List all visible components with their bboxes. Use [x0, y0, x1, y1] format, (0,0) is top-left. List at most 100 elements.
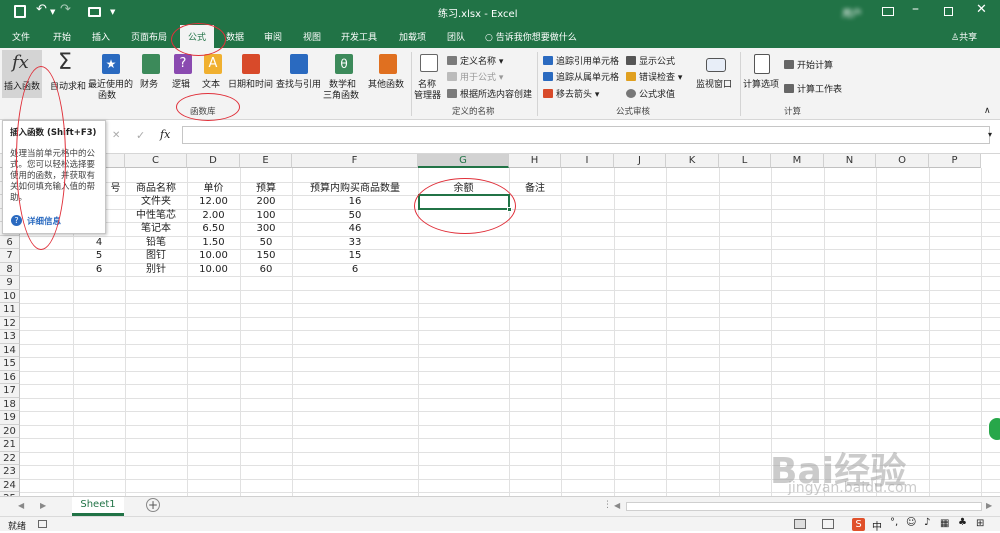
trace-dependents-button[interactable]: 追踪从属单元格 — [543, 70, 619, 83]
row-header[interactable]: 14 — [0, 344, 20, 357]
math-button[interactable]: θ 数学和 三角函数 — [323, 50, 365, 101]
sheet-tab-sheet1[interactable]: Sheet1 — [72, 497, 124, 516]
trace-precedents-button[interactable]: 追踪引用单元格 — [543, 54, 619, 67]
ime-tools-icon[interactable]: ⊞ — [976, 518, 984, 529]
cell-quantity[interactable]: 50 — [292, 209, 418, 223]
redo-icon[interactable]: ↷ — [60, 2, 71, 17]
ime-emoji-icon[interactable]: ☺ — [906, 517, 916, 528]
minimize-icon[interactable]: – — [912, 1, 919, 17]
cell-budget[interactable]: 60 — [240, 263, 292, 277]
tab-split-handle[interactable]: ⋮ — [603, 500, 612, 510]
sogou-ime-icon[interactable]: S — [852, 518, 865, 531]
row-header[interactable]: 11 — [0, 303, 20, 317]
row-header[interactable]: 6 — [0, 236, 20, 249]
row-header[interactable]: 22 — [0, 452, 20, 465]
column-header-P[interactable]: P — [929, 154, 981, 168]
column-header-G[interactable]: G — [418, 154, 509, 168]
column-header-O[interactable]: O — [876, 154, 929, 168]
cell-quantity[interactable]: 33 — [292, 236, 418, 250]
row-header[interactable]: 24 — [0, 479, 20, 492]
row-header[interactable]: 19 — [0, 411, 20, 425]
header-quantity[interactable]: 预算内购买商品数量 — [292, 182, 418, 196]
recent-functions-button[interactable]: ★ 最近使用的 函数 — [88, 50, 136, 101]
create-from-selection-button[interactable]: 根据所选内容创建 — [447, 87, 532, 100]
insert-function-fx-icon[interactable]: fx — [160, 128, 170, 141]
column-header-L[interactable]: L — [719, 154, 771, 168]
cell-product-name[interactable]: 中性笔芯 — [125, 209, 187, 223]
cell-unit-price[interactable]: 10.00 — [187, 249, 240, 263]
column-header-M[interactable]: M — [771, 154, 824, 168]
restore-icon[interactable] — [944, 7, 953, 16]
row-header[interactable]: 9 — [0, 276, 20, 290]
show-formulas-button[interactable]: 显示公式 — [626, 54, 675, 67]
hscroll-left-icon[interactable]: ◀ — [614, 501, 620, 510]
cell-budget[interactable]: 100 — [240, 209, 292, 223]
cell-quantity[interactable]: 46 — [292, 222, 418, 236]
ime-keyboard-icon[interactable]: ▦ — [940, 518, 949, 529]
undo-dropdown-icon[interactable]: ▼ — [50, 8, 55, 16]
row-header[interactable]: 23 — [0, 465, 20, 479]
page-layout-view-icon[interactable] — [822, 519, 834, 529]
cell-product-name[interactable]: 铅笔 — [125, 236, 187, 250]
row-header[interactable]: 15 — [0, 357, 20, 371]
tab-file[interactable]: 文件 — [12, 30, 30, 43]
row-header[interactable]: 7 — [0, 249, 20, 263]
column-header-C[interactable]: C — [125, 154, 187, 168]
financial-button[interactable]: 财务 — [138, 50, 164, 100]
save-icon[interactable] — [14, 5, 26, 18]
row-header[interactable]: 20 — [0, 425, 20, 438]
macro-record-icon[interactable] — [38, 520, 47, 528]
cell-product-name[interactable]: 笔记本 — [125, 222, 187, 236]
row-header[interactable]: 12 — [0, 317, 20, 330]
tab-home[interactable]: 开始 — [53, 30, 71, 43]
header-product-name[interactable]: 商品名称 — [125, 182, 187, 196]
share-button[interactable]: ♙共享 — [951, 30, 977, 43]
tab-view[interactable]: 视图 — [303, 30, 321, 43]
floating-badge[interactable] — [987, 416, 1000, 442]
cell-budget[interactable]: 200 — [240, 195, 292, 209]
cell-quantity[interactable]: 15 — [292, 249, 418, 263]
define-name-button[interactable]: 定义名称 ▾ — [447, 54, 503, 67]
row-header[interactable]: 13 — [0, 330, 20, 344]
cell-index[interactable]: 5 — [73, 249, 125, 263]
lookup-button[interactable]: 查找与引用 — [276, 50, 322, 100]
logical-button[interactable]: ? 逻辑 — [170, 50, 196, 100]
cell-budget[interactable]: 50 — [240, 236, 292, 250]
enter-icon[interactable]: ✓ — [136, 129, 145, 142]
tab-review[interactable]: 审阅 — [264, 30, 282, 43]
header-notes[interactable]: 备注 — [509, 182, 561, 196]
row-header[interactable]: 17 — [0, 384, 20, 398]
cell-quantity[interactable]: 16 — [292, 195, 418, 209]
column-header-I[interactable]: I — [561, 154, 614, 168]
cell-budget[interactable]: 300 — [240, 222, 292, 236]
evaluate-formula-button[interactable]: 公式求值 — [626, 87, 675, 100]
cell-index[interactable]: 6 — [73, 263, 125, 277]
cell-product-name[interactable]: 别针 — [125, 263, 187, 277]
tab-data[interactable]: 数据 — [226, 30, 244, 43]
column-header-F[interactable]: F — [292, 154, 418, 168]
column-header-N[interactable]: N — [824, 154, 876, 168]
use-in-formula-button[interactable]: 用于公式 ▾ — [447, 70, 503, 83]
calc-options-button[interactable]: 计算选项 — [742, 50, 782, 100]
horizontal-scrollbar[interactable] — [626, 502, 982, 511]
datetime-button[interactable]: 日期和时间 — [228, 50, 274, 100]
tab-insert[interactable]: 插入 — [92, 30, 110, 43]
column-header-E[interactable]: E — [240, 154, 292, 168]
calc-sheet-button[interactable]: 计算工作表 — [784, 82, 842, 95]
column-header-K[interactable]: K — [666, 154, 719, 168]
cell-budget[interactable]: 150 — [240, 249, 292, 263]
add-sheet-icon[interactable]: + — [146, 498, 160, 512]
formula-input[interactable] — [182, 126, 990, 144]
column-header-D[interactable]: D — [187, 154, 240, 168]
ime-skin-icon[interactable]: ♣ — [958, 517, 967, 528]
calc-now-button[interactable]: 开始计算 — [784, 58, 833, 71]
column-header-J[interactable]: J — [614, 154, 666, 168]
error-checking-button[interactable]: 错误检查 ▾ — [626, 70, 682, 83]
customize-qat-icon[interactable]: ▼ — [110, 8, 115, 16]
ime-mic-icon[interactable]: ♪ — [924, 517, 930, 528]
cell-a2-header-tail[interactable]: 号 — [106, 182, 125, 196]
ribbon-display-icon[interactable] — [882, 7, 894, 16]
user-name[interactable]: 用户 — [842, 5, 862, 20]
column-header-H[interactable]: H — [509, 154, 561, 168]
tab-addins[interactable]: 加载项 — [399, 30, 426, 43]
